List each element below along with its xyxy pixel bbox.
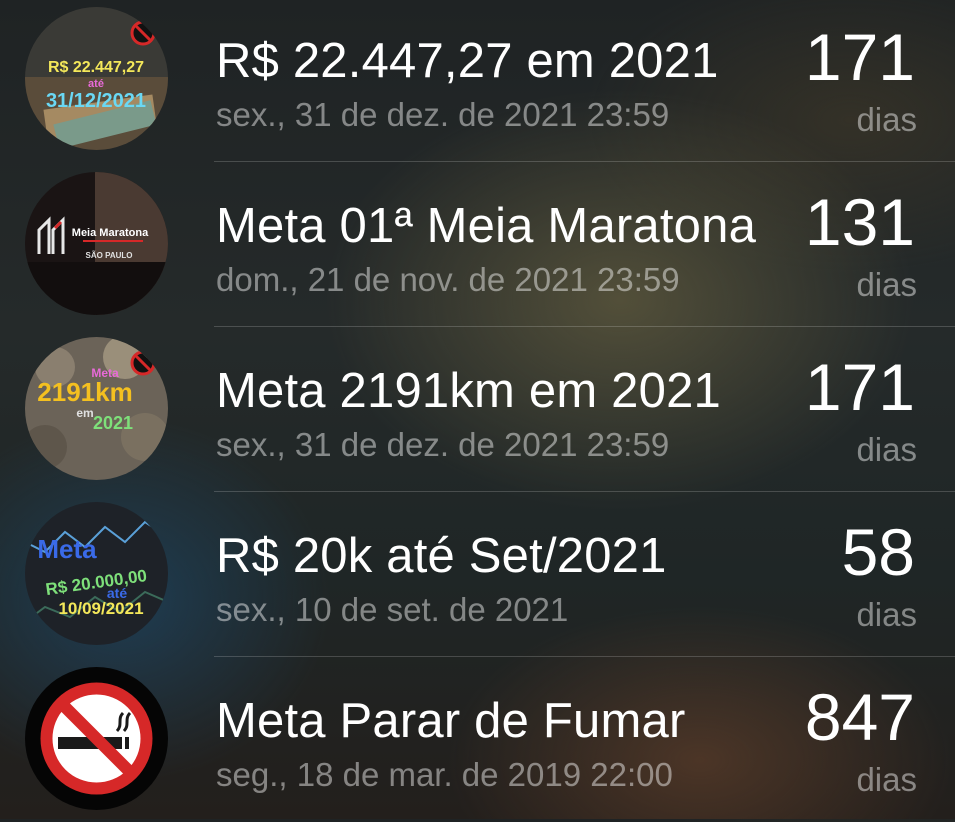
no-smoking-icon bbox=[25, 667, 168, 810]
svg-text:2021: 2021 bbox=[93, 413, 133, 433]
days-count: 171 bbox=[804, 350, 915, 424]
svg-text:10/09/2021: 10/09/2021 bbox=[58, 599, 143, 618]
days-count: 171 bbox=[804, 20, 915, 94]
svg-text:em: em bbox=[76, 406, 93, 420]
days-label: dias bbox=[856, 101, 917, 138]
countdown-list: R$ 22.447,27 até 31/12/2021 R$ 22.447,27… bbox=[0, 0, 955, 819]
days-count: 847 bbox=[804, 680, 915, 754]
svg-text:SÃO PAULO: SÃO PAULO bbox=[86, 251, 133, 260]
goal-title: Meta 2191km em 2021 bbox=[216, 364, 721, 418]
savings-goal-image: Meta R$ 20.000,00 até 10/09/2021 bbox=[25, 502, 168, 645]
goal-date: sex., 31 de dez. de 2021 23:59 bbox=[216, 96, 670, 133]
svg-text:31/12/2021: 31/12/2021 bbox=[46, 90, 146, 112]
days-count: 58 bbox=[841, 515, 915, 589]
goal-title: Meta 01ª Meia Maratona bbox=[216, 199, 757, 253]
goal-title: Meta Parar de Fumar bbox=[216, 694, 686, 748]
list-item[interactable]: Meta 2191km em 2021 Meta 2191km em 2021 … bbox=[0, 327, 955, 492]
goal-title: R$ 22.447,27 em 2021 bbox=[216, 34, 719, 88]
list-item[interactable]: Meta R$ 20.000,00 até 10/09/2021 R$ 20k … bbox=[0, 492, 955, 657]
goal-date: seg., 18 de mar. de 2019 22:00 bbox=[216, 756, 673, 793]
days-count: 131 bbox=[804, 185, 915, 259]
svg-text:Meta: Meta bbox=[37, 534, 97, 564]
goal-date: sex., 10 de set. de 2021 bbox=[216, 591, 569, 628]
money-goal-image: R$ 22.447,27 até 31/12/2021 bbox=[25, 7, 168, 150]
list-item[interactable]: Meia Maratona SÃO PAULO Meta 01ª Meia Ma… bbox=[0, 162, 955, 327]
svg-text:Meia Maratona: Meia Maratona bbox=[72, 227, 149, 239]
svg-text:2191km: 2191km bbox=[37, 377, 132, 407]
goal-date: sex., 31 de dez. de 2021 23:59 bbox=[216, 426, 670, 463]
days-label: dias bbox=[856, 431, 917, 468]
days-label: dias bbox=[856, 266, 917, 303]
half-marathon-image: Meia Maratona SÃO PAULO bbox=[25, 172, 168, 315]
days-label: dias bbox=[856, 761, 917, 798]
goal-title: R$ 20k até Set/2021 bbox=[216, 529, 667, 583]
km-goal-image: Meta 2191km em 2021 bbox=[25, 337, 168, 480]
days-label: dias bbox=[856, 596, 917, 633]
goal-date: dom., 21 de nov. de 2021 23:59 bbox=[216, 261, 680, 298]
list-item[interactable]: Meta Parar de Fumar seg., 18 de mar. de … bbox=[0, 657, 955, 822]
svg-text:até: até bbox=[88, 78, 104, 90]
list-item[interactable]: R$ 22.447,27 até 31/12/2021 R$ 22.447,27… bbox=[0, 0, 955, 162]
svg-text:R$ 22.447,27: R$ 22.447,27 bbox=[48, 59, 144, 76]
